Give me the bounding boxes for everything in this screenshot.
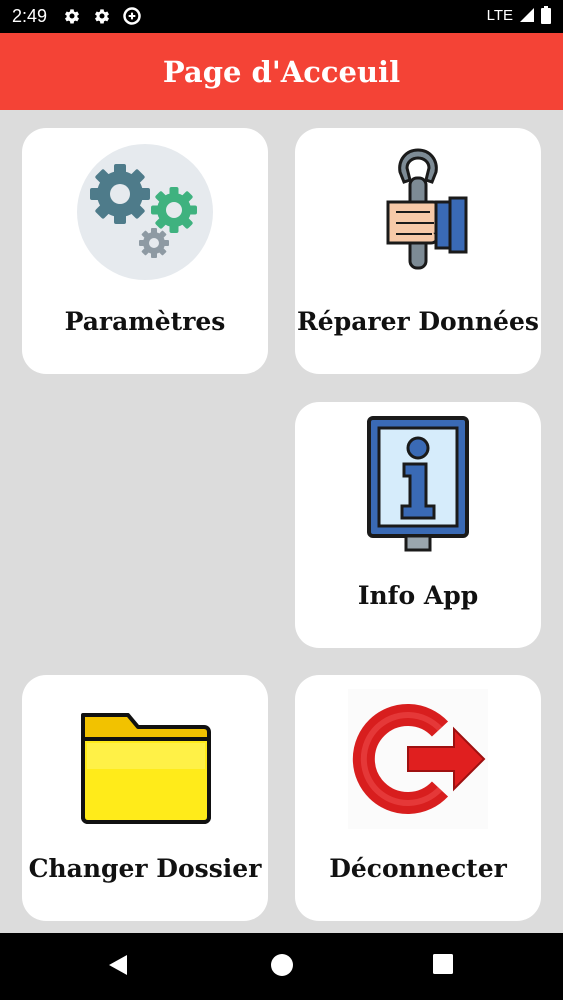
wrench-hand-icon [386, 148, 468, 270]
app-bar: Page d'Acceuil [0, 33, 563, 110]
repair-data-card-label: Réparer Données [297, 307, 539, 336]
home-icon[interactable] [270, 953, 294, 977]
logout-card-label: Déconnecter [329, 854, 507, 883]
repair-data-card[interactable]: Réparer Données [295, 128, 541, 374]
status-notification-icons [62, 6, 142, 26]
logout-card[interactable]: Déconnecter [295, 675, 541, 921]
info-app-card[interactable]: Info App [295, 402, 541, 648]
settings-icon [65, 9, 79, 24]
system-nav-bar [0, 933, 563, 1000]
change-folder-card[interactable]: Changer Dossier [22, 675, 268, 921]
signal-icon [520, 8, 534, 22]
folder-icon [81, 713, 211, 824]
settings-card[interactable]: Paramètres [22, 128, 268, 374]
settings-card-label: Paramètres [64, 307, 226, 336]
data-saver-icon [123, 7, 141, 25]
logout-arrow-icon [348, 689, 488, 829]
back-icon[interactable] [107, 953, 129, 977]
battery-icon [541, 6, 551, 24]
status-bar: 2:49 LTE [0, 0, 563, 33]
status-system-icons: LTE [487, 6, 551, 24]
page-title: Page d'Acceuil [162, 54, 401, 89]
network-type: LTE [486, 6, 513, 24]
recents-icon[interactable] [432, 953, 454, 975]
info-sign-icon [367, 416, 469, 552]
gears-icon [77, 144, 213, 280]
status-time: 2:49 [12, 6, 48, 26]
change-folder-card-label: Changer Dossier [28, 854, 262, 883]
info-app-card-label: Info App [357, 581, 479, 610]
settings-icon [95, 9, 109, 24]
